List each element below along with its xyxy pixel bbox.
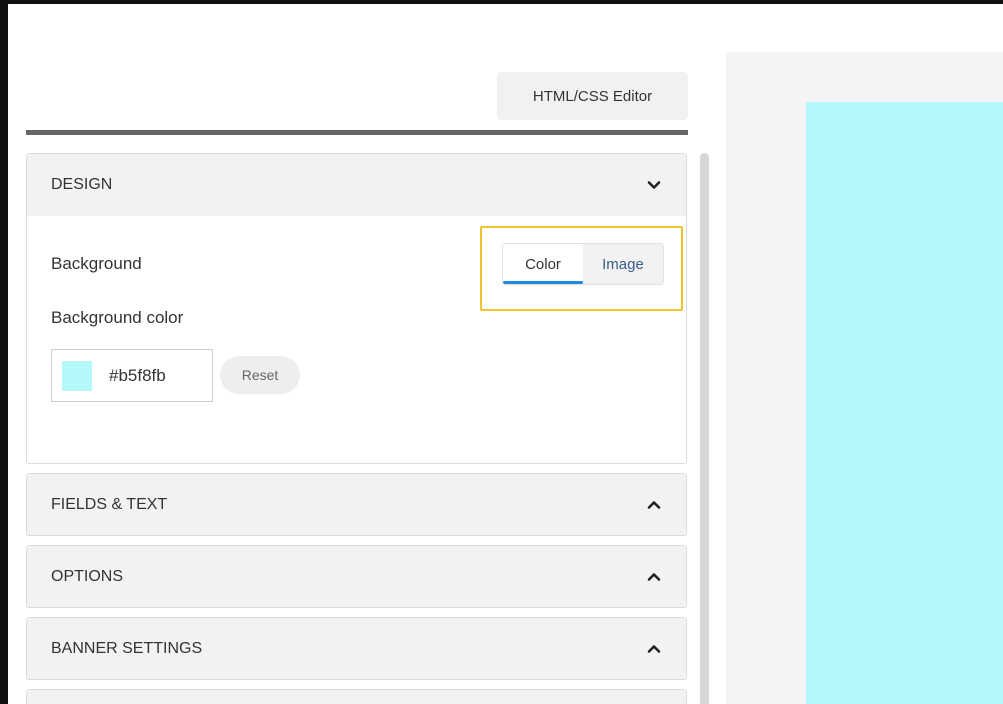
- chevron-up-icon[interactable]: [646, 497, 662, 513]
- panel-scrollbar[interactable]: [700, 153, 709, 704]
- toolbar-divider: [26, 130, 688, 135]
- design-panel-title: DESIGN: [51, 176, 113, 193]
- design-panel-header[interactable]: DESIGN: [27, 154, 686, 216]
- options-panel-header[interactable]: OPTIONS: [27, 546, 686, 608]
- fields-text-panel-header[interactable]: FIELDS & TEXT: [27, 474, 686, 536]
- options-panel-title: OPTIONS: [51, 568, 124, 585]
- next-panel[interactable]: [26, 689, 687, 704]
- banner-settings-panel-title: BANNER SETTINGS: [51, 640, 203, 657]
- background-image-tab[interactable]: Image: [583, 244, 663, 284]
- design-panel-body: Background Background color Color Image …: [27, 216, 686, 463]
- design-panel: DESIGN Background Background color Color…: [26, 153, 687, 464]
- banner-settings-panel-header[interactable]: BANNER SETTINGS: [27, 618, 686, 680]
- chevron-down-icon[interactable]: [646, 177, 662, 193]
- chevron-up-icon[interactable]: [646, 569, 662, 585]
- background-color-tab[interactable]: Color: [503, 244, 583, 284]
- background-label: Background: [51, 254, 142, 273]
- html-css-editor-button[interactable]: HTML/CSS Editor: [497, 72, 688, 120]
- color-swatch[interactable]: [62, 360, 92, 391]
- banner-settings-panel[interactable]: BANNER SETTINGS: [26, 617, 687, 680]
- fields-text-panel[interactable]: FIELDS & TEXT: [26, 473, 687, 536]
- preview-banner: [806, 102, 1003, 704]
- reset-button[interactable]: Reset: [220, 356, 300, 394]
- chevron-up-icon[interactable]: [646, 641, 662, 657]
- background-color-label: Background color: [51, 308, 184, 327]
- options-panel[interactable]: OPTIONS: [26, 545, 687, 608]
- background-type-toggle: Color Image: [502, 243, 664, 285]
- background-color-field[interactable]: #b5f8fb: [51, 349, 213, 402]
- fields-text-panel-title: FIELDS & TEXT: [51, 496, 168, 513]
- color-hex-value: #b5f8fb: [109, 365, 166, 385]
